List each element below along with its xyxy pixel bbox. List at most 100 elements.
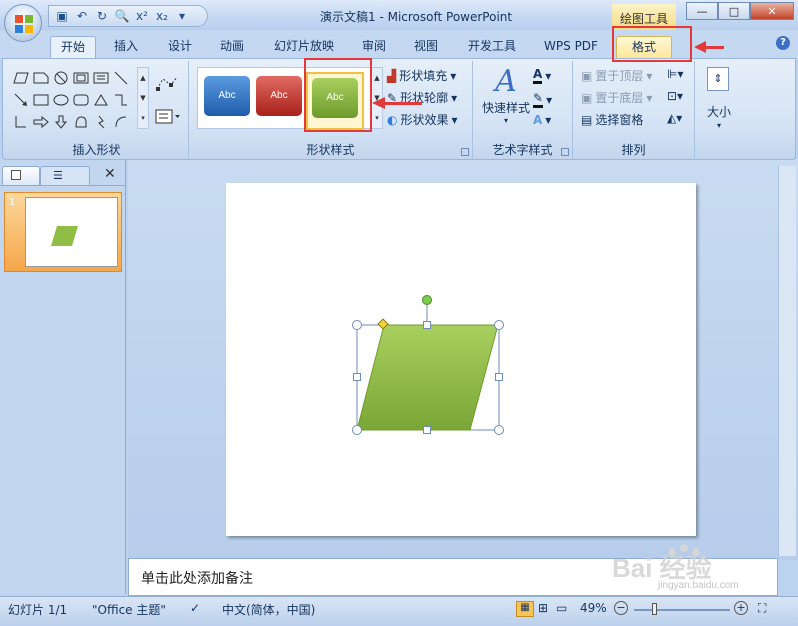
redo-icon[interactable]: ↻: [93, 7, 111, 25]
group-size[interactable]: ⇕ 大小 ▾: [697, 61, 741, 161]
slide-sorter-view-icon[interactable]: ⊞: [538, 601, 548, 615]
spell-check-icon[interactable]: ✓: [190, 601, 200, 615]
slide-shapes: [356, 302, 500, 431]
style-swatch-red[interactable]: Abc: [256, 76, 302, 116]
subscript-button[interactable]: x₂: [153, 7, 171, 25]
frame-shape-icon[interactable]: [71, 67, 91, 89]
tab-developer[interactable]: 开发工具: [460, 36, 524, 58]
shape-fill-button[interactable]: ▟ 形状填充 ▾: [387, 67, 456, 84]
print-preview-icon[interactable]: 🔍: [113, 7, 131, 25]
save-icon[interactable]: ▣: [53, 7, 71, 25]
resize-handle-top-left[interactable]: [352, 320, 362, 330]
tab-animations[interactable]: 动画: [210, 36, 254, 58]
shape-styles-launcher-icon[interactable]: [461, 148, 469, 156]
oval-shape-icon[interactable]: [51, 89, 71, 111]
send-to-back-button[interactable]: ▣ 置于底层 ▾: [581, 89, 652, 106]
help-icon[interactable]: ?: [776, 36, 790, 50]
resize-handle-right[interactable]: [495, 373, 503, 381]
slide-canvas[interactable]: [226, 183, 696, 536]
wordart-launcher-icon[interactable]: [561, 148, 569, 156]
resize-handle-bottom-right[interactable]: [494, 425, 504, 435]
group-label-arrange: 排列: [621, 143, 646, 157]
close-pane-icon[interactable]: ✕: [104, 166, 116, 182]
arrow-line-shape-icon[interactable]: [11, 89, 31, 111]
office-button[interactable]: [4, 4, 42, 42]
status-language[interactable]: 中文(简体，中国): [222, 601, 315, 618]
align-icon[interactable]: ⊫▾: [667, 67, 683, 81]
normal-view-icon[interactable]: ▦: [516, 601, 534, 617]
elbow-connector-shape-icon[interactable]: [111, 89, 131, 111]
text-outline-icon[interactable]: ✎ ▾: [533, 91, 552, 108]
group-wordart: A 快速样式 ▾ A ▾ ✎ ▾ A ▾ 艺术字样式: [473, 61, 573, 161]
status-slide-count: 幻灯片 1/1: [8, 603, 68, 617]
zoom-out-button[interactable]: −: [614, 601, 628, 615]
effects-icon: ◐: [387, 112, 398, 127]
zoom-slider-thumb[interactable]: [652, 603, 657, 615]
group-arrange: ▣ 置于顶层 ▾ ▣ 置于底层 ▾ ▤ 选择窗格 ⊫▾ ⊡▾ ◭▾ 排列: [573, 61, 695, 161]
rotation-handle[interactable]: [422, 295, 432, 305]
tab-outline[interactable]: ☰: [40, 166, 90, 186]
selection-pane-button[interactable]: ▤ 选择窗格: [581, 111, 643, 128]
tab-slideshow[interactable]: 幻灯片放映: [266, 36, 342, 58]
triangle-shape-icon[interactable]: [91, 89, 111, 111]
group-objects-icon[interactable]: ⊡▾: [667, 89, 683, 103]
quick-styles-button[interactable]: A 快速样式 ▾: [481, 65, 531, 126]
rounded-rect-shape-icon[interactable]: [71, 89, 91, 111]
tab-slides[interactable]: [2, 166, 40, 186]
slide-thumbnail-selected[interactable]: 1: [4, 192, 122, 272]
annotation-arrow-format-tab: [704, 46, 724, 49]
slideshow-view-icon[interactable]: ▭: [556, 601, 567, 615]
shape-effects-button[interactable]: ◐ 形状效果 ▾: [387, 111, 458, 128]
zoom-in-button[interactable]: +: [734, 601, 748, 615]
flowchart-shape-icon[interactable]: [71, 111, 91, 133]
zoom-level[interactable]: 49%: [580, 601, 607, 615]
text-fill-icon[interactable]: A ▾: [533, 67, 551, 84]
maximize-button[interactable]: □: [718, 2, 750, 20]
customize-qat-button[interactable]: ▾: [173, 7, 191, 25]
undo-icon[interactable]: ↶: [73, 7, 91, 25]
tab-insert[interactable]: 插入: [104, 36, 148, 58]
status-bar: 幻灯片 1/1 "Office 主题" ✓ 中文(简体，中国) ▦ ⊞ ▭ 49…: [0, 596, 798, 626]
resize-handle-left[interactable]: [353, 373, 361, 381]
resize-handle-bottom[interactable]: [423, 426, 431, 434]
elbow-arrow-shape-icon[interactable]: [11, 111, 31, 133]
arc-shape-icon[interactable]: [111, 111, 131, 133]
resize-handle-top[interactable]: [423, 321, 431, 329]
status-theme[interactable]: "Office 主题": [92, 601, 166, 618]
shapes-gallery-scroll[interactable]: ▲ ▼ ▾: [137, 67, 149, 129]
tab-home[interactable]: 开始: [50, 36, 96, 58]
send-back-icon: ▣: [581, 90, 593, 105]
parallelogram-shape-icon[interactable]: [11, 67, 31, 89]
style-swatch-blue[interactable]: Abc: [204, 76, 250, 116]
slides-pane: ☰ ✕ 1: [0, 160, 126, 594]
tab-view[interactable]: 视图: [404, 36, 448, 58]
tab-design[interactable]: 设计: [158, 36, 202, 58]
thumbnail-parallelogram: [51, 226, 78, 246]
textbox-shape-icon[interactable]: [91, 67, 111, 89]
rectangle-shape-icon[interactable]: [31, 89, 51, 111]
text-effects-icon[interactable]: A ▾: [533, 113, 551, 127]
text-box-icon[interactable]: [155, 109, 181, 128]
superscript-button[interactable]: x²: [133, 7, 151, 25]
resize-handle-bottom-left[interactable]: [352, 425, 362, 435]
zoom-slider[interactable]: [634, 609, 730, 611]
no-symbol-shape-icon[interactable]: [51, 67, 71, 89]
line-shape-icon[interactable]: [111, 67, 131, 89]
resize-handle-top-right[interactable]: [494, 320, 504, 330]
lightning-shape-icon[interactable]: [91, 111, 111, 133]
tab-wps-pdf[interactable]: WPS PDF: [536, 36, 606, 58]
fit-to-window-icon[interactable]: ⛶: [758, 601, 766, 616]
minimize-button[interactable]: —: [686, 2, 718, 20]
parallelogram-shape[interactable]: [356, 324, 499, 431]
rotate-icon[interactable]: ◭▾: [667, 111, 682, 125]
selection-pane-icon: ▤: [581, 112, 593, 127]
tab-review[interactable]: 审阅: [352, 36, 396, 58]
right-arrow-shape-icon[interactable]: [31, 111, 51, 133]
bring-to-front-button[interactable]: ▣ 置于顶层 ▾: [581, 67, 652, 84]
edit-shape-icon[interactable]: [155, 75, 179, 96]
close-button[interactable]: ✕: [750, 2, 794, 20]
vertical-scrollbar[interactable]: [778, 166, 796, 556]
snip-rect-shape-icon[interactable]: [31, 67, 51, 89]
down-arrow-shape-icon[interactable]: [51, 111, 71, 133]
bring-front-icon: ▣: [581, 68, 593, 83]
